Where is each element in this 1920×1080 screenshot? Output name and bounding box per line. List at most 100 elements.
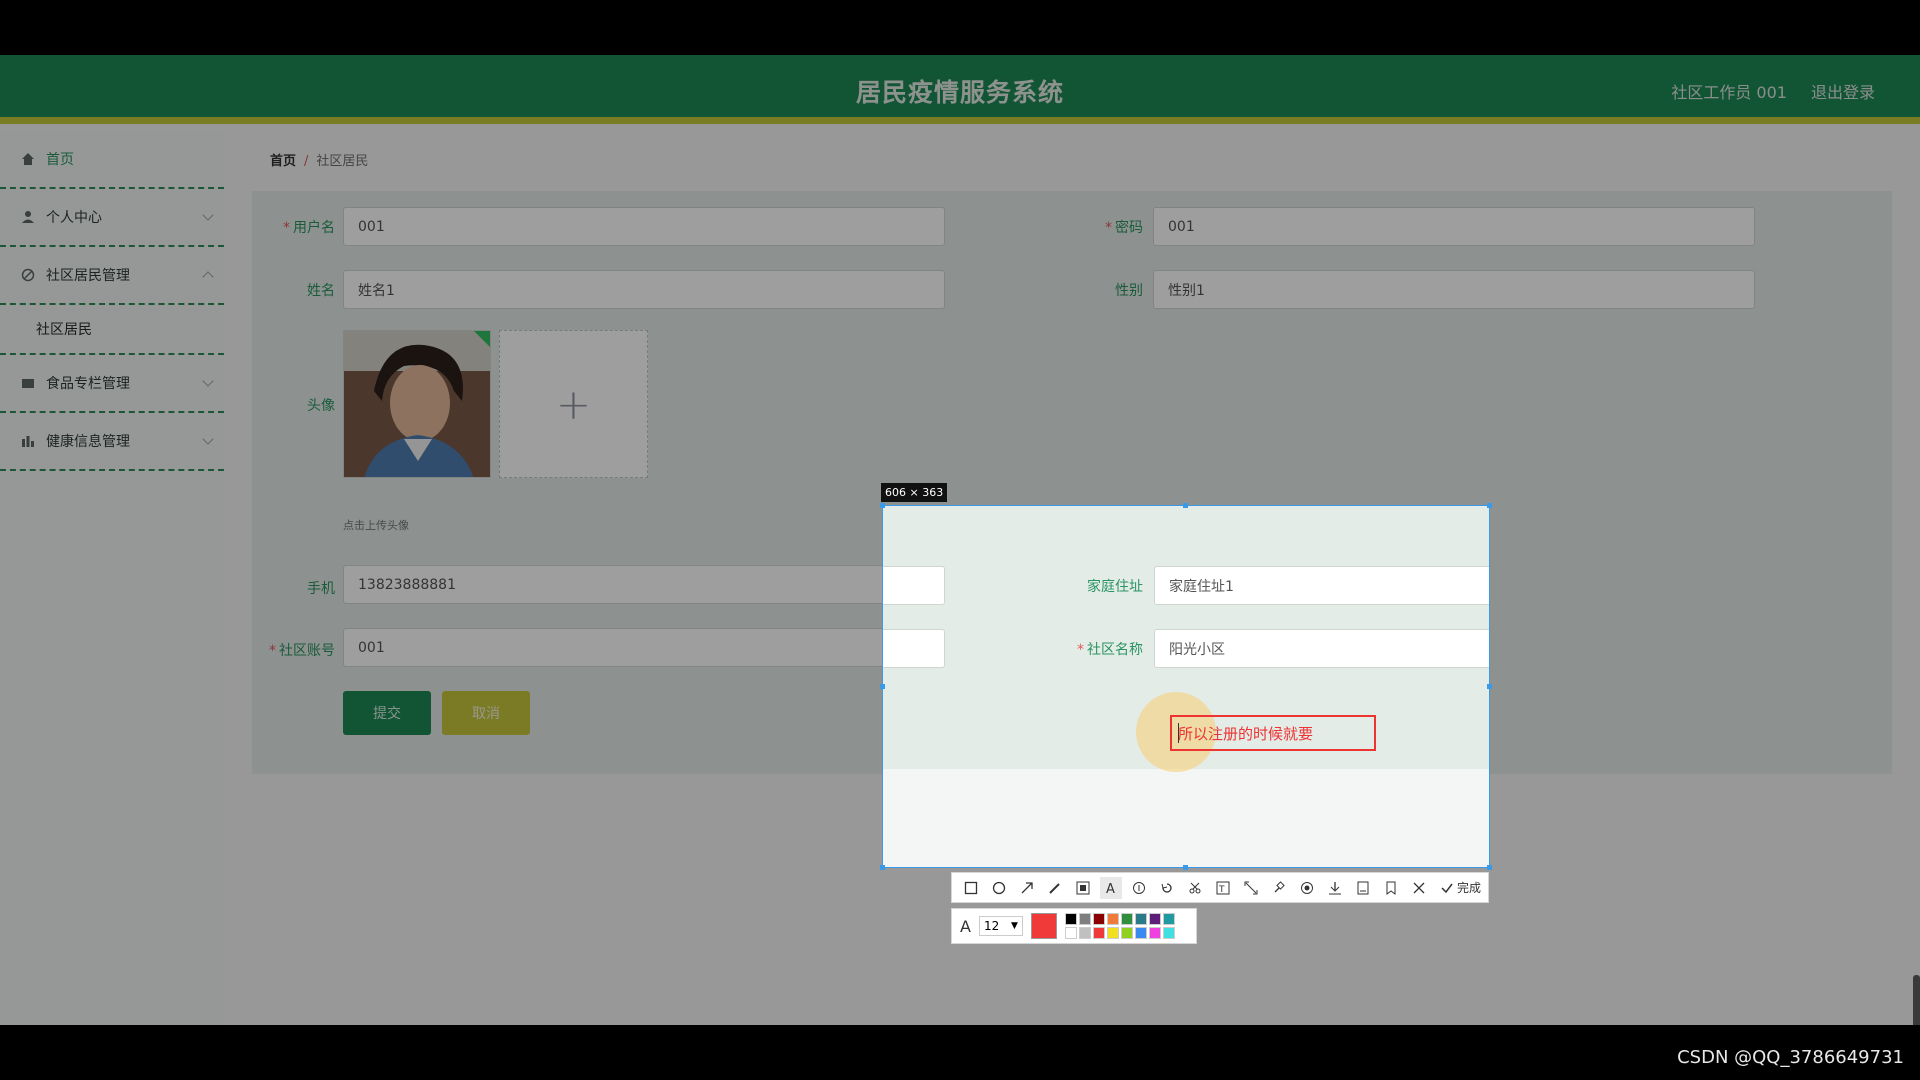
sidebar-item-profile[interactable]: 个人中心 — [0, 189, 224, 247]
name-label: 姓名 — [307, 283, 335, 299]
sidebar-item-home[interactable]: 首页 — [0, 131, 224, 189]
color-swatch[interactable] — [1120, 913, 1133, 925]
svg-text:T: T — [1218, 885, 1225, 895]
color-swatch[interactable] — [1078, 927, 1091, 939]
font-size-select[interactable]: 12 ▼ — [978, 916, 1023, 936]
cancel-button[interactable]: 取消 — [442, 691, 530, 735]
breadcrumb-home[interactable]: 首页 — [270, 154, 296, 169]
capture-region[interactable]: 家庭住址 家庭住址1 * 社区名称 阳光小区 — [882, 505, 1490, 868]
color-swatch[interactable] — [1148, 913, 1161, 925]
resize-handle-r[interactable] — [1487, 684, 1492, 689]
chevron-up-icon — [202, 271, 214, 283]
scissors-icon[interactable] — [1184, 877, 1206, 899]
sidebar-item-label: 食品专栏管理 — [46, 376, 130, 392]
record-icon[interactable] — [1296, 877, 1318, 899]
color-swatch[interactable] — [1134, 913, 1147, 925]
browser-viewport: 居民疫情服务系统 社区工作员 001 退出登录 首页 个人中心 社区居民管理 社… — [0, 55, 1920, 1025]
chevron-down-icon — [202, 433, 214, 445]
folder-icon — [20, 375, 36, 391]
ocr-icon[interactable]: T — [1212, 877, 1234, 899]
address-field[interactable]: 家庭住址1 — [1154, 566, 1489, 605]
name-field[interactable]: 姓名1 — [343, 270, 945, 309]
community-select[interactable]: 阳光小区 — [1154, 629, 1489, 668]
color-swatch[interactable] — [1106, 927, 1119, 939]
sidebar: 首页 个人中心 社区居民管理 社区居民 食品专栏管理 健康信息管理 — [0, 131, 224, 1025]
watermark: CSDN @QQ_3786649731 — [1677, 1047, 1904, 1068]
password-label: * 密码 — [1105, 220, 1143, 236]
block-icon — [20, 267, 36, 283]
app-title: 居民疫情服务系统 — [855, 78, 1064, 107]
phone-field[interactable]: 13823888881 — [343, 565, 945, 604]
color-swatches — [1064, 913, 1175, 939]
undo-icon[interactable] — [1156, 877, 1178, 899]
capture-size-tag: 606 × 363 — [881, 483, 948, 502]
resize-handle-tr[interactable] — [1487, 503, 1492, 508]
color-swatch[interactable] — [1162, 913, 1175, 925]
ellipse-icon[interactable] — [988, 877, 1010, 899]
sidebar-item-food-management[interactable]: 食品专栏管理 — [0, 355, 224, 413]
resize-handle-t[interactable] — [1183, 503, 1188, 508]
rectangle-icon[interactable] — [960, 877, 982, 899]
color-swatch[interactable] — [1106, 913, 1119, 925]
color-swatch[interactable] — [1092, 913, 1105, 925]
sidebar-subitem-residents[interactable]: 社区居民 — [0, 305, 224, 355]
text-annotation-box[interactable]: 所以注册的时候就要 — [1170, 715, 1376, 751]
breadcrumb: 首页 / 社区居民 — [270, 150, 368, 169]
community-account-field[interactable]: 001 — [343, 628, 945, 667]
account-field-edge — [883, 629, 945, 668]
sidebar-item-resident-management[interactable]: 社区居民管理 — [0, 247, 224, 305]
color-swatch[interactable] — [1134, 927, 1147, 939]
color-swatch[interactable] — [1064, 927, 1077, 939]
sidebar-item-label: 首页 — [46, 152, 74, 168]
pencil-icon[interactable] — [1044, 877, 1066, 899]
bookmark-icon[interactable] — [1380, 877, 1402, 899]
phone-field-edge — [883, 566, 945, 605]
pin-icon[interactable] — [1268, 877, 1290, 899]
color-swatch[interactable] — [1120, 927, 1133, 939]
phone-label: 手机 — [307, 581, 335, 597]
done-button[interactable]: 完成 — [1440, 879, 1481, 896]
text-icon[interactable]: A — [1100, 876, 1122, 899]
resize-handle-b[interactable] — [1183, 865, 1188, 870]
expand-icon[interactable] — [1240, 877, 1262, 899]
resize-handle-tl[interactable] — [880, 503, 885, 508]
avatar-upload-button[interactable]: + — [499, 330, 648, 478]
resize-handle-bl[interactable] — [880, 865, 885, 870]
sidebar-item-health-management[interactable]: 健康信息管理 — [0, 413, 224, 471]
username-label: * 用户名 — [283, 220, 335, 236]
color-swatch[interactable] — [1162, 927, 1175, 939]
download-icon[interactable] — [1324, 877, 1346, 899]
current-color-swatch[interactable] — [1030, 913, 1057, 939]
breadcrumb-separator: / — [304, 154, 309, 169]
avatar-label: 头像 — [307, 398, 335, 414]
resize-handle-br[interactable] — [1487, 865, 1492, 870]
color-swatch[interactable] — [1064, 913, 1077, 925]
color-swatch[interactable] — [1078, 913, 1091, 925]
close-icon[interactable] — [1408, 877, 1430, 899]
password-field[interactable]: 001 — [1153, 207, 1755, 246]
community-label: * 社区名称 — [1077, 642, 1143, 658]
save-icon[interactable] — [1352, 877, 1374, 899]
username-field[interactable]: 001 — [343, 207, 945, 246]
mosaic-icon[interactable] — [1072, 877, 1094, 899]
submit-button[interactable]: 提交 — [343, 691, 431, 735]
arrow-icon[interactable] — [1016, 877, 1038, 899]
avatar-image[interactable] — [343, 330, 491, 478]
capture-toolbar: A T 完成 — [951, 872, 1489, 903]
current-user: 社区工作员 001 — [1671, 83, 1787, 102]
gender-field[interactable]: 性别1 — [1153, 270, 1755, 309]
chevron-down-icon: ▼ — [1011, 921, 1018, 931]
home-icon — [20, 151, 36, 167]
resize-handle-l[interactable] — [880, 684, 885, 689]
number-icon[interactable] — [1128, 877, 1150, 899]
user-icon — [20, 209, 36, 225]
check-icon — [1441, 883, 1453, 893]
account-label: * 社区账号 — [269, 643, 335, 659]
color-swatch[interactable] — [1148, 927, 1161, 939]
gender-label: 性别 — [1115, 283, 1143, 299]
color-swatch[interactable] — [1092, 927, 1105, 939]
scrollbar[interactable] — [1913, 975, 1920, 1025]
logout-link[interactable]: 退出登录 — [1811, 79, 1875, 103]
app-header: 居民疫情服务系统 社区工作员 001 退出登录 — [0, 55, 1920, 124]
chevron-down-icon — [202, 209, 214, 221]
